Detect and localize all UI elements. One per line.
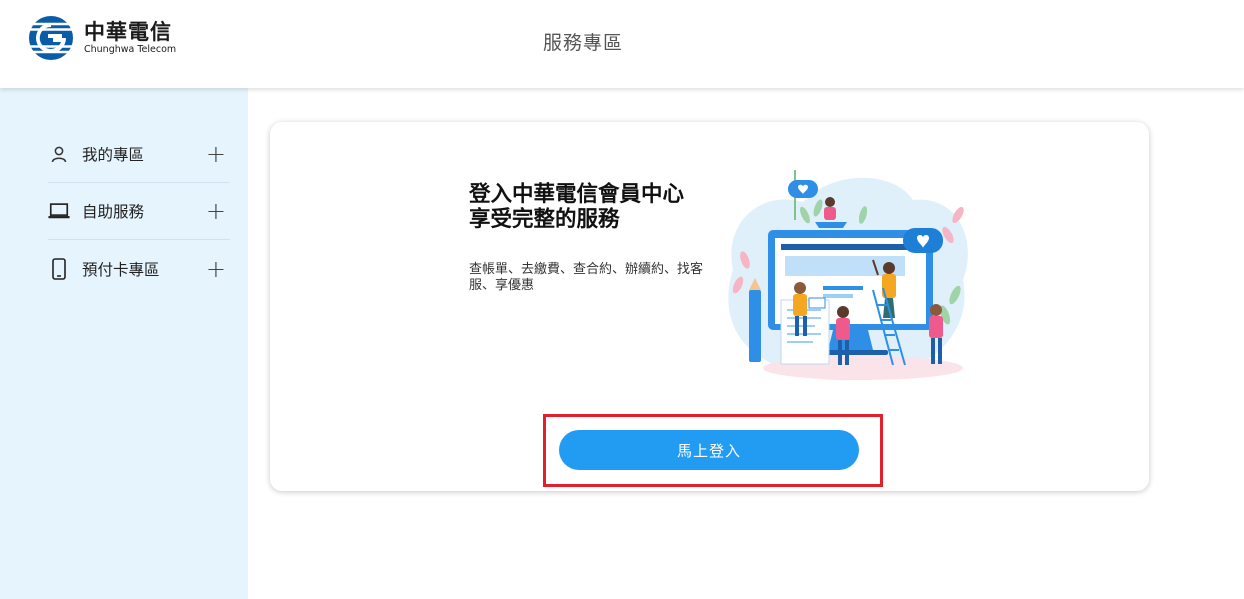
plus-icon[interactable]: + xyxy=(206,199,226,223)
logo-english-name: Chunghwa Telecom xyxy=(84,44,177,55)
login-promo-card: 登入中華電信會員中心 享受完整的服務 查帳單、去繳費、查合約、辦續約、找客服、享… xyxy=(270,122,1149,491)
sidebar-item-prepaid-card[interactable]: 預付卡專區 + xyxy=(48,240,230,297)
logo-chinese-name: 中華電信 xyxy=(84,20,172,44)
card-description: 查帳單、去繳費、查合約、辦續約、找客服、享優惠 xyxy=(469,262,704,293)
card-title-line-1: 登入中華電信會員中心 xyxy=(469,182,685,207)
chunghwa-telecom-logo[interactable]: 中華電信 Chunghwa Telecom xyxy=(28,14,176,62)
mobile-phone-icon xyxy=(48,257,70,280)
sidebar-item-my-area[interactable]: 我的專區 + xyxy=(48,126,230,183)
sidebar: 我的專區 + 自助服務 + 預付卡專區 + xyxy=(0,88,248,599)
card-title: 登入中華電信會員中心 享受完整的服務 xyxy=(469,182,729,232)
sidebar-item-label: 自助服務 xyxy=(82,203,145,221)
sidebar-item-label: 預付卡專區 xyxy=(82,260,160,279)
chunghwa-logo-icon xyxy=(28,16,74,60)
laptop-icon xyxy=(48,200,70,222)
user-icon xyxy=(48,143,70,165)
member-center-illustration xyxy=(728,170,968,381)
top-header: 中華電信 Chunghwa Telecom 服務專區 xyxy=(0,0,1244,88)
plus-icon[interactable]: + xyxy=(206,142,226,166)
sidebar-menu: 我的專區 + 自助服務 + 預付卡專區 + xyxy=(48,126,230,297)
plus-icon[interactable]: + xyxy=(206,257,226,281)
sidebar-item-self-service[interactable]: 自助服務 + xyxy=(48,183,230,240)
sidebar-item-label: 我的專區 xyxy=(82,146,145,164)
page-title: 服務專區 xyxy=(543,32,624,54)
login-now-button[interactable]: 馬上登入 xyxy=(559,430,859,470)
card-title-line-2: 享受完整的服務 xyxy=(469,207,620,232)
